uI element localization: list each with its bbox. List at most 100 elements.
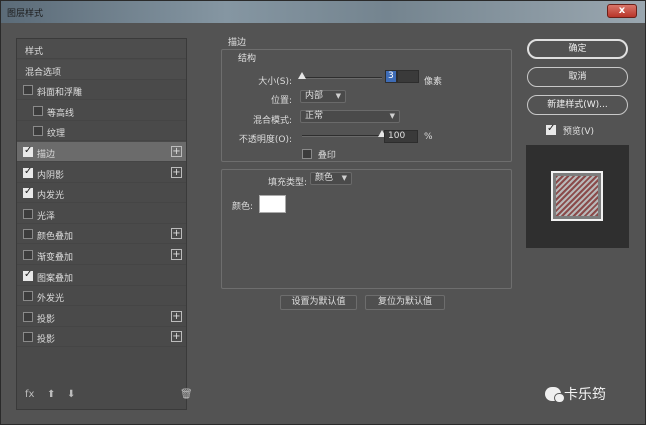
style-item[interactable]: 混合选项 bbox=[17, 59, 186, 80]
style-checkbox[interactable] bbox=[23, 229, 33, 240]
style-checkbox[interactable] bbox=[23, 291, 33, 302]
add-effect-plus-icon[interactable]: + bbox=[171, 166, 182, 178]
position-dropdown[interactable]: 内部 ▼ bbox=[300, 90, 346, 103]
opacity-input[interactable]: 100 bbox=[384, 130, 418, 143]
style-item-label: 内阴影 bbox=[37, 170, 65, 181]
close-button[interactable]: x bbox=[607, 4, 637, 18]
style-item-label: 渐变叠加 bbox=[37, 253, 74, 263]
size-input-field[interactable] bbox=[397, 70, 419, 83]
opacity-unit: % bbox=[424, 132, 433, 142]
position-value: 内部 bbox=[305, 91, 324, 101]
add-effect-plus-icon[interactable]: + bbox=[171, 249, 182, 260]
fill-type-label: 填充类型: bbox=[267, 178, 307, 188]
stroke-section-title: 描边 bbox=[228, 38, 247, 48]
blend-mode-value: 正常 bbox=[305, 111, 324, 121]
style-checkbox[interactable] bbox=[23, 311, 33, 322]
fill-group: 填充类型: 颜色 ▼ 颜色: bbox=[221, 169, 512, 289]
blend-mode-label: 混合模式: bbox=[252, 116, 292, 126]
blend-mode-dropdown[interactable]: 正常 ▼ bbox=[300, 110, 400, 123]
overprint-label: 叠印 bbox=[317, 151, 336, 161]
color-swatch[interactable] bbox=[259, 195, 286, 213]
style-item-label: 光泽 bbox=[37, 211, 56, 222]
style-item[interactable]: 内阴影 + bbox=[17, 163, 186, 183]
style-item[interactable]: 颜色叠加 + bbox=[17, 224, 186, 245]
reset-default-button[interactable]: 复位为默认值 bbox=[365, 295, 445, 310]
style-item[interactable]: 等高线 bbox=[17, 101, 186, 121]
style-item-label: 颜色叠加 bbox=[37, 232, 74, 243]
position-label: 位置: bbox=[270, 96, 292, 106]
style-checkbox[interactable] bbox=[23, 250, 33, 260]
style-item-label: 投影 bbox=[37, 314, 56, 325]
move-down-icon[interactable]: ⬇ bbox=[67, 389, 75, 400]
structure-title: 结构 bbox=[238, 54, 257, 64]
add-effect-plus-icon[interactable]: + bbox=[171, 331, 182, 343]
preview-option[interactable]: 预览(V) bbox=[546, 123, 595, 137]
style-item-label: 纹理 bbox=[47, 129, 66, 140]
opacity-slider[interactable] bbox=[302, 130, 386, 137]
style-item-label: 斜面和浮雕 bbox=[37, 88, 83, 99]
chevron-down-icon: ▼ bbox=[389, 112, 395, 120]
preview-thumbnail bbox=[551, 171, 603, 221]
style-item-label: 图案叠加 bbox=[37, 273, 74, 284]
style-item[interactable]: 纹理 bbox=[17, 121, 186, 142]
preview-label: 预览(V) bbox=[562, 127, 595, 137]
style-item[interactable]: 渐变叠加 + bbox=[17, 245, 186, 265]
style-item[interactable]: 斜面和浮雕 bbox=[17, 80, 186, 101]
add-effect-plus-icon[interactable]: + bbox=[171, 228, 182, 240]
move-up-icon[interactable]: ⬆ bbox=[47, 389, 55, 400]
styles-list-panel: 样式混合选项斜面和浮雕等高线纹理描边 + 内阴影 + 内发光光泽颜色叠加 + 渐变叠加 + 图案… bbox=[16, 38, 193, 410]
style-item[interactable]: 样式 bbox=[17, 39, 186, 59]
style-item-label: 投影 bbox=[37, 335, 56, 346]
style-checkbox[interactable] bbox=[23, 208, 33, 219]
set-default-button[interactable]: 设置为默认值 bbox=[280, 295, 357, 310]
structure-group: 结构 大小(S): 3 像素 位置: 内部 ▼ 混合模式: 正常 ▼ 不透明度(… bbox=[221, 49, 512, 162]
style-item[interactable]: 描边 + bbox=[17, 142, 186, 162]
size-input[interactable]: 3 bbox=[385, 70, 397, 83]
window-title: 图层样式 bbox=[7, 9, 44, 19]
add-effect-plus-icon[interactable]: + bbox=[171, 310, 182, 322]
overprint-option[interactable]: 叠印 bbox=[302, 148, 336, 161]
trash-icon[interactable]: 🗑 bbox=[180, 389, 193, 400]
size-label: 大小(S): bbox=[258, 77, 292, 87]
style-item-label: 样式 bbox=[25, 47, 44, 57]
size-slider-thumb[interactable] bbox=[298, 72, 306, 79]
style-checkbox[interactable] bbox=[23, 166, 33, 178]
chevron-down-icon: ▼ bbox=[335, 92, 341, 100]
watermark-text: 卡乐筠 bbox=[564, 387, 606, 403]
add-effect-plus-icon[interactable]: + bbox=[171, 146, 182, 157]
fx-icon[interactable]: fx bbox=[25, 389, 34, 400]
style-checkbox[interactable] bbox=[23, 269, 33, 281]
style-checkbox[interactable] bbox=[33, 105, 43, 116]
style-item[interactable]: 外发光 bbox=[17, 286, 186, 307]
stroke-settings-panel: 描边 结构 大小(S): 3 像素 位置: 内部 ▼ 混合模式: 正常 ▼ 不透… bbox=[218, 33, 512, 413]
size-unit: 像素 bbox=[424, 77, 443, 87]
style-checkbox[interactable] bbox=[33, 126, 43, 137]
style-preview bbox=[526, 145, 629, 248]
styles-toolbar: fx ⬆ ⬇ 🗑 bbox=[17, 383, 193, 409]
color-label: 颜色: bbox=[232, 202, 254, 212]
size-slider[interactable] bbox=[298, 72, 382, 79]
overprint-checkbox[interactable] bbox=[302, 149, 312, 159]
fill-type-dropdown[interactable]: 颜色 ▼ bbox=[310, 172, 352, 185]
style-item-label: 描边 bbox=[37, 150, 56, 160]
cancel-button[interactable]: 取消 bbox=[527, 67, 628, 87]
style-item[interactable]: 光泽 bbox=[17, 204, 186, 224]
style-checkbox[interactable] bbox=[23, 85, 33, 96]
fill-type-value: 颜色 bbox=[315, 173, 334, 183]
watermark: 卡乐筠 bbox=[545, 384, 606, 404]
style-item[interactable]: 投影 + bbox=[17, 307, 186, 327]
wechat-icon bbox=[545, 387, 565, 403]
style-item-label: 混合选项 bbox=[25, 67, 62, 78]
title-bar[interactable]: 图层样式 x bbox=[1, 1, 645, 23]
ok-button[interactable]: 确定 bbox=[527, 39, 628, 59]
chevron-down-icon: ▼ bbox=[341, 174, 347, 182]
preview-checkbox[interactable] bbox=[546, 123, 556, 135]
style-item[interactable]: 投影 + bbox=[17, 327, 186, 348]
style-item[interactable]: 图案叠加 bbox=[17, 266, 186, 286]
style-checkbox[interactable] bbox=[23, 332, 33, 343]
new-style-button[interactable]: 新建样式(W)... bbox=[527, 95, 628, 115]
style-checkbox[interactable] bbox=[23, 186, 33, 199]
style-checkbox[interactable] bbox=[23, 145, 33, 157]
layer-style-dialog: 图层样式 x 样式混合选项斜面和浮雕等高线纹理描边+内阴影+内发光光泽颜色叠加+… bbox=[0, 0, 646, 425]
style-item[interactable]: 内发光 bbox=[17, 183, 186, 204]
